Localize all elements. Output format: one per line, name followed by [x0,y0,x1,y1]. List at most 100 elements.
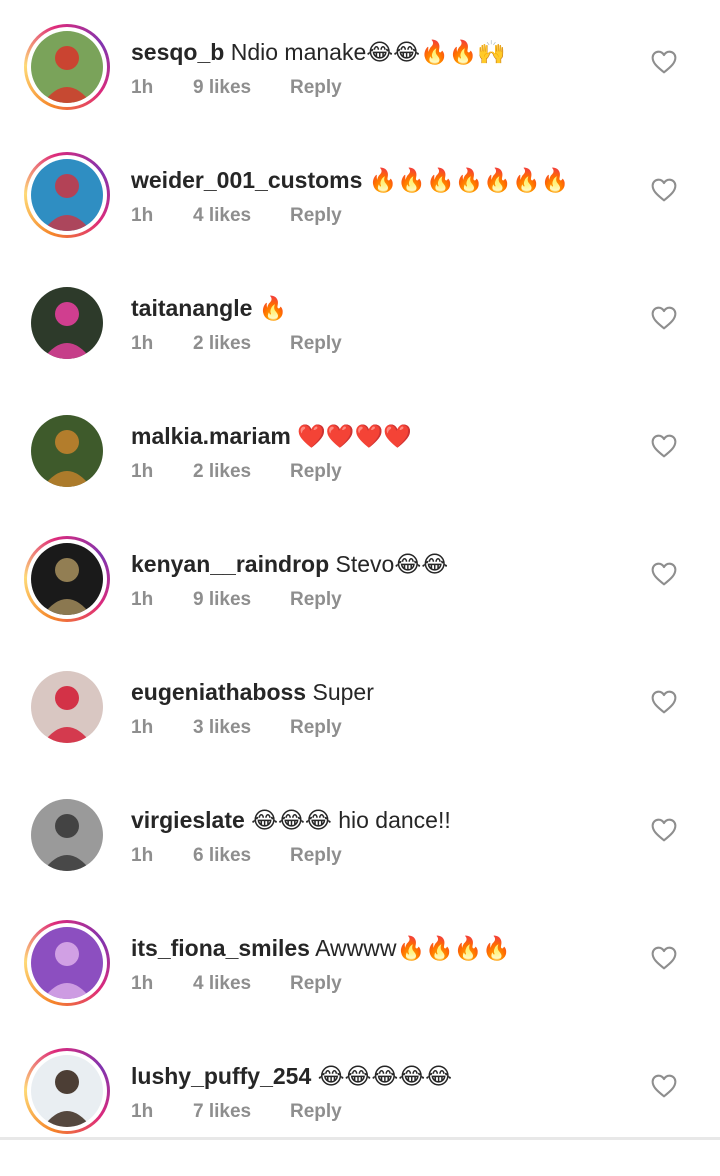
avatar-frame [24,280,110,366]
comment-timestamp: 1h [131,1101,154,1122]
comment-username[interactable]: taitanangle [131,295,252,321]
avatar[interactable] [24,664,110,750]
heart-outline-icon[interactable] [651,562,677,586]
reply-button[interactable]: Reply [290,333,342,355]
avatar-image [31,799,103,871]
comment-username[interactable]: eugeniathaboss [131,679,306,705]
comment-text: 😂😂😂😂😂 [311,1063,453,1089]
comment-body: kenyan__raindrop Stevo😂😂 [131,549,448,579]
comment-item: taitanangle 🔥 1h 2 likes Reply [0,280,720,408]
comment-like-count[interactable]: 9 likes [193,77,290,99]
comment-username[interactable]: weider_001_customs [131,167,362,193]
avatar[interactable] [24,280,110,366]
avatar[interactable] [24,536,110,622]
comment-username[interactable]: virgieslate [131,807,245,833]
comment-item: eugeniathaboss Super 1h 3 likes Reply [0,664,720,792]
avatar-dark-figure [31,543,103,615]
comment-meta: 1h 9 likes Reply [131,77,342,99]
reply-button[interactable]: Reply [290,77,342,99]
comment-like-count[interactable]: 4 likes [193,205,290,227]
avatar-purple-selfie [31,927,103,999]
avatar[interactable] [24,1048,110,1134]
reply-button[interactable]: Reply [290,973,342,995]
avatar-image [31,159,103,231]
reply-button[interactable]: Reply [290,461,342,483]
avatar[interactable] [24,408,110,494]
comment-item: lushy_puffy_254 😂😂😂😂😂 1h 7 likes Reply [0,1048,720,1176]
comment-username[interactable]: sesqo_b [131,39,224,65]
comment-timestamp: 1h [131,333,154,354]
comment-like-count[interactable]: 3 likes [193,717,290,739]
comment-username[interactable]: its_fiona_smiles [131,935,310,961]
avatar-image [31,1055,103,1127]
heart-outline-icon[interactable] [651,1074,677,1098]
avatar-bw-hat [31,799,103,871]
comment-like-count[interactable]: 2 likes [193,461,290,483]
avatar-frame [27,1051,107,1131]
comment-body: lushy_puffy_254 😂😂😂😂😂 [131,1061,452,1091]
heart-outline-icon[interactable] [651,434,677,458]
comment-meta: 1h 3 likes Reply [131,717,342,739]
avatar-pink-dress [31,287,103,359]
comment-list: sesqo_b Ndio manake😂😂🔥🔥🙌 1h 9 likes Reply we… [0,0,720,1140]
avatar[interactable] [24,920,110,1006]
avatar[interactable] [24,792,110,878]
reply-button[interactable]: Reply [290,717,342,739]
comment-timestamp: 1h [131,77,154,98]
avatar-frame [24,792,110,878]
comment-like-count[interactable]: 6 likes [193,845,290,867]
comment-body: virgieslate 😂😂😂 hio dance!! [131,805,451,835]
comment-text: Super [306,679,374,705]
comment-item: sesqo_b Ndio manake😂😂🔥🔥🙌 1h 9 likes Reply [0,24,720,152]
comment-text: 🔥 [252,295,288,321]
reply-button[interactable]: Reply [290,589,342,611]
avatar-group-photo [31,159,103,231]
heart-outline-icon[interactable] [651,690,677,714]
avatar-frame [27,155,107,235]
comment-username[interactable]: lushy_puffy_254 [131,1063,311,1089]
avatar-frame [27,539,107,619]
avatar[interactable] [24,152,110,238]
comment-item: weider_001_customs 🔥🔥🔥🔥🔥🔥🔥 1h 4 likes Reply [0,152,720,280]
comment-meta: 1h 9 likes Reply [131,589,342,611]
reply-button[interactable]: Reply [290,845,342,867]
comment-like-count[interactable]: 7 likes [193,1101,290,1123]
comment-body: eugeniathaboss Super [131,677,374,707]
comment-username[interactable]: malkia.mariam [131,423,291,449]
comment-meta: 1h 2 likes Reply [131,461,342,483]
avatar-image [31,671,103,743]
avatar-image [31,543,103,615]
heart-outline-icon[interactable] [651,818,677,842]
avatar-frame [24,664,110,750]
comment-meta: 1h 6 likes Reply [131,845,342,867]
comment-body: sesqo_b Ndio manake😂😂🔥🔥🙌 [131,37,506,67]
heart-outline-icon[interactable] [651,946,677,970]
comment-text: Stevo😂😂 [329,551,449,577]
comment-like-count[interactable]: 4 likes [193,973,290,995]
comment-text: Ndio manake😂😂🔥🔥🙌 [224,39,506,65]
comment-meta: 1h 4 likes Reply [131,973,342,995]
comment-meta: 1h 4 likes Reply [131,205,342,227]
avatar[interactable] [24,24,110,110]
heart-outline-icon[interactable] [651,178,677,202]
comment-username[interactable]: kenyan__raindrop [131,551,329,577]
comment-like-count[interactable]: 9 likes [193,589,290,611]
reply-button[interactable]: Reply [290,1101,342,1123]
avatar-image [31,31,103,103]
avatar-frame [27,923,107,1003]
avatar-frame [24,408,110,494]
comment-body: malkia.mariam ❤️❤️❤️❤️ [131,421,412,451]
heart-outline-icon[interactable] [651,50,677,74]
comment-like-count[interactable]: 2 likes [193,333,290,355]
comment-text: ❤️❤️❤️❤️ [290,423,412,449]
comment-meta: 1h 7 likes Reply [131,1101,342,1123]
comment-item: its_fiona_smiles Awwww🔥🔥🔥🔥 1h 4 likes Reply [0,920,720,1048]
heart-outline-icon[interactable] [651,306,677,330]
avatar-person-red-outfit [31,31,103,103]
comment-text: 😂😂😂 hio dance!! [244,807,451,833]
reply-button[interactable]: Reply [290,205,342,227]
comment-body: weider_001_customs 🔥🔥🔥🔥🔥🔥🔥 [131,165,569,195]
comment-timestamp: 1h [131,845,154,866]
comment-meta: 1h 2 likes Reply [131,333,342,355]
avatar-man-portrait [31,1055,103,1127]
